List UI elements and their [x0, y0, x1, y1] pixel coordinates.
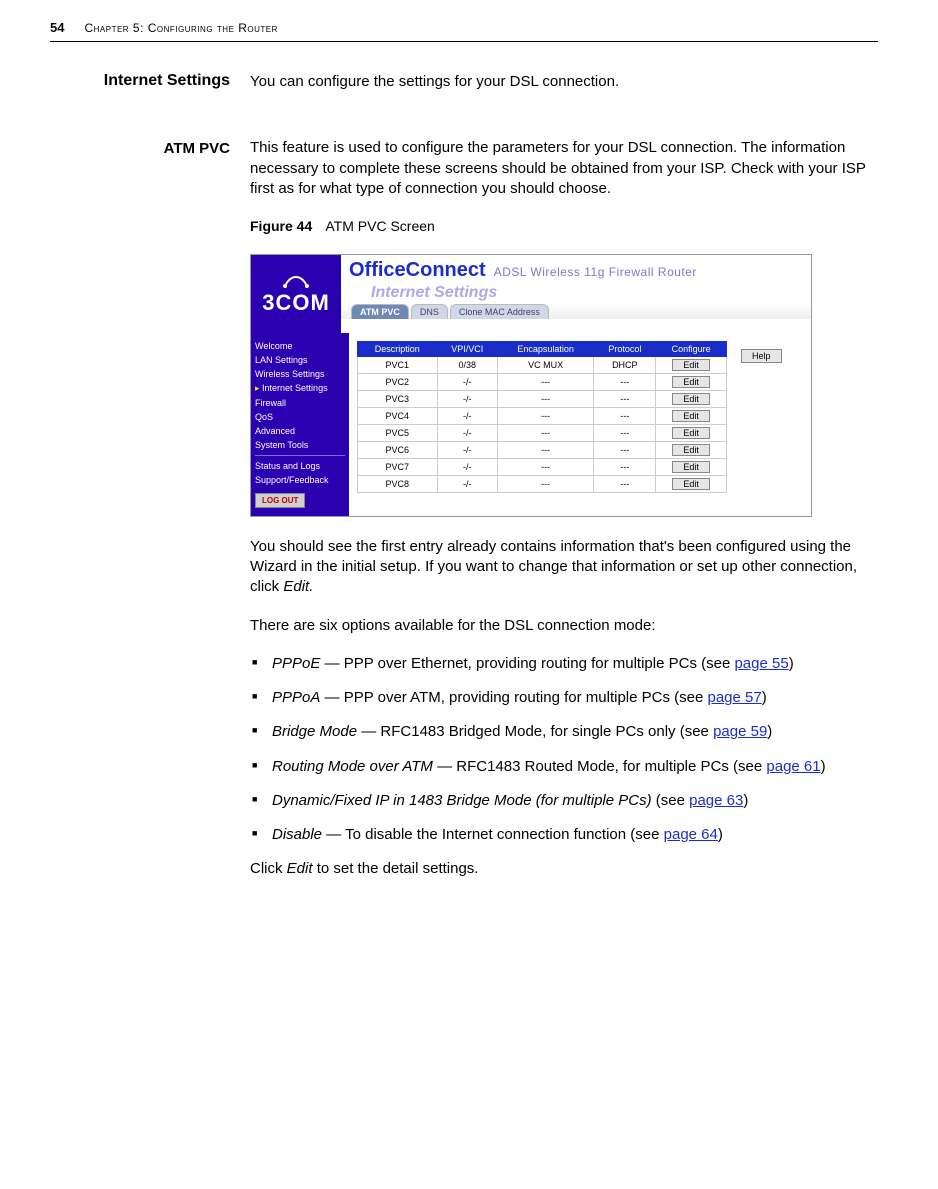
th-vpivci: VPI/VCI — [437, 341, 497, 356]
edit-button[interactable]: Edit — [672, 478, 710, 490]
chapter-title: Chapter 5: Configuring the Router — [84, 21, 277, 35]
post-figure-paragraph: You should see the first entry already c… — [250, 537, 878, 598]
th-description: Description — [358, 341, 438, 356]
sidebar-item-status[interactable]: Status and Logs — [255, 459, 345, 473]
section-heading: Internet Settings — [50, 72, 230, 110]
list-item: PPPoE — PPP over Ethernet, providing rou… — [250, 654, 878, 674]
table-row: PVC7-/-------Edit — [358, 458, 727, 475]
sidebar-item-support[interactable]: Support/Feedback — [255, 473, 345, 487]
section-intro: You can configure the settings for your … — [250, 72, 878, 92]
edit-button[interactable]: Edit — [672, 461, 710, 473]
help-button[interactable]: Help — [741, 349, 782, 363]
edit-button[interactable]: Edit — [672, 393, 710, 405]
edit-button[interactable]: Edit — [672, 376, 710, 388]
header-rule — [50, 41, 878, 42]
tab-clone-mac[interactable]: Clone MAC Address — [450, 304, 549, 319]
table-row: PVC5-/-------Edit — [358, 424, 727, 441]
th-proto: Protocol — [594, 341, 656, 356]
logout-button[interactable]: LOG OUT — [255, 493, 305, 508]
sidebar-item-lan[interactable]: LAN Settings — [255, 353, 345, 367]
sidebar-item-internet[interactable]: Internet Settings — [255, 381, 345, 396]
subsection-heading: ATM PVC — [50, 138, 230, 897]
sidebar: Welcome LAN Settings Wireless Settings I… — [251, 333, 349, 516]
page-link[interactable]: page 57 — [707, 689, 761, 706]
edit-button[interactable]: Edit — [672, 359, 710, 371]
tab-atm-pvc[interactable]: ATM PVC — [351, 304, 409, 319]
brand-name: OfficeConnect — [349, 259, 486, 282]
figure-caption: Figure 44 ATM PVC Screen — [250, 217, 878, 236]
page-header: 54 Chapter 5: Configuring the Router — [50, 20, 878, 35]
page-link[interactable]: page 59 — [713, 723, 767, 740]
figure-caption-text: ATM PVC Screen — [325, 218, 434, 234]
logo-text: 3COM — [262, 290, 330, 316]
list-item: Bridge Mode — RFC1483 Bridged Mode, for … — [250, 722, 878, 742]
page-link[interactable]: page 61 — [766, 758, 820, 775]
tab-bar: ATM PVC DNS Clone MAC Address — [341, 304, 811, 319]
atm-pvc-screenshot: 3COM OfficeConnect ADSL Wireless 11g Fir… — [250, 254, 812, 517]
page-link[interactable]: page 63 — [689, 792, 743, 809]
list-item: Routing Mode over ATM — RFC1483 Routed M… — [250, 757, 878, 777]
figure-label: Figure 44 — [250, 218, 312, 234]
pvc-table: Description VPI/VCI Encapsulation Protoc… — [357, 341, 727, 493]
screenshot-section-title: Internet Settings — [341, 282, 811, 304]
edit-button[interactable]: Edit — [672, 410, 710, 422]
page-link[interactable]: page 64 — [664, 826, 718, 843]
sidebar-item-wireless[interactable]: Wireless Settings — [255, 367, 345, 381]
sidebar-item-welcome[interactable]: Welcome — [255, 339, 345, 353]
sidebar-item-systemtools[interactable]: System Tools — [255, 438, 345, 452]
options-list: PPPoE — PPP over Ethernet, providing rou… — [250, 654, 878, 846]
tab-dns[interactable]: DNS — [411, 304, 448, 319]
sidebar-item-qos[interactable]: QoS — [255, 410, 345, 424]
brand-subtitle: ADSL Wireless 11g Firewall Router — [494, 265, 697, 279]
closing-paragraph: Click Edit to set the detail settings. — [250, 859, 878, 879]
list-item: Dynamic/Fixed IP in 1483 Bridge Mode (fo… — [250, 791, 878, 811]
th-configure: Configure — [656, 341, 727, 356]
edit-button[interactable]: Edit — [672, 427, 710, 439]
subsection-body: This feature is used to configure the pa… — [250, 138, 878, 199]
list-item: PPPoA — PPP over ATM, providing routing … — [250, 688, 878, 708]
sidebar-item-firewall[interactable]: Firewall — [255, 396, 345, 410]
edit-button[interactable]: Edit — [672, 444, 710, 456]
options-intro: There are six options available for the … — [250, 616, 878, 636]
table-row: PVC3-/-------Edit — [358, 390, 727, 407]
page-number: 54 — [50, 20, 64, 35]
sidebar-item-advanced[interactable]: Advanced — [255, 424, 345, 438]
vendor-logo: 3COM — [251, 255, 341, 333]
page-link[interactable]: page 55 — [734, 655, 788, 672]
th-encap: Encapsulation — [497, 341, 593, 356]
table-row: PVC10/38VC MUXDHCPEdit — [358, 356, 727, 373]
table-row: PVC4-/-------Edit — [358, 407, 727, 424]
table-row: PVC8-/-------Edit — [358, 475, 727, 492]
list-item: Disable — To disable the Internet connec… — [250, 825, 878, 845]
table-row: PVC6-/-------Edit — [358, 441, 727, 458]
table-row: PVC2-/-------Edit — [358, 373, 727, 390]
